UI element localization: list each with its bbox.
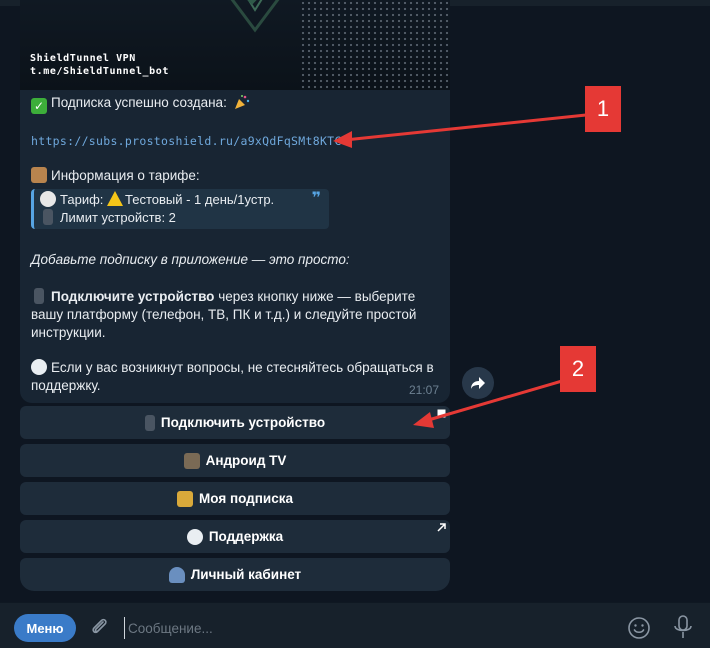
menu-button[interactable]: Меню bbox=[14, 614, 76, 642]
success-text: Подписка успешно создана: bbox=[51, 95, 227, 110]
connect-device-label: Подключить устройство bbox=[160, 415, 326, 430]
personal-account-button[interactable]: Личный кабинет bbox=[20, 558, 450, 591]
annotation-marker-1: 1 bbox=[585, 86, 621, 132]
message-time: 21:07 bbox=[409, 383, 440, 397]
forward-arrow-icon bbox=[471, 377, 485, 389]
subscription-link-line: https://subs.prostoshield.ru/a9xQdFqSMt8… bbox=[31, 132, 441, 150]
add-subscription-hint: Добавьте подписку в приложение — это про… bbox=[31, 252, 350, 267]
emoji-smile-icon[interactable] bbox=[627, 616, 651, 640]
paperclip-icon[interactable] bbox=[88, 616, 110, 638]
support-text-2: поддержку. bbox=[31, 378, 101, 393]
tariff-quote-block: Тариф: Тестовый - 1 день/1устр. Лимит ус… bbox=[31, 189, 329, 229]
tv-icon bbox=[183, 452, 200, 469]
phone-arrow-icon bbox=[34, 288, 44, 304]
tariff-label: Тариф: bbox=[60, 192, 104, 207]
my-subscription-button[interactable]: Моя подписка bbox=[20, 482, 450, 515]
external-link-arrow-icon bbox=[437, 523, 446, 532]
connect-bold-text: Подключите устройство bbox=[51, 289, 215, 304]
shield-graphic-icon bbox=[230, 0, 280, 33]
forward-button[interactable] bbox=[462, 367, 494, 399]
support-text-1: Если у вас возникнут вопросы, не стесняй… bbox=[51, 360, 434, 375]
android-tv-label: Андроид TV bbox=[205, 453, 287, 468]
check-mark-icon: ✓ bbox=[31, 98, 47, 114]
support-paragraph: Если у вас возникнут вопросы, не стесняй… bbox=[31, 359, 441, 395]
devices-line: Лимит устройств: 2 bbox=[40, 209, 329, 227]
quote-mark-icon: ❞ bbox=[311, 190, 321, 207]
annotation-marker-2: 2 bbox=[560, 346, 596, 392]
speech-bubble-icon bbox=[186, 528, 203, 545]
support-label: Поддержка bbox=[208, 529, 284, 544]
connect-device-button[interactable]: Подключить устройство bbox=[20, 406, 450, 439]
support-line-1: Если у вас возникнут вопросы, не стесняй… bbox=[31, 359, 441, 377]
lock-key-icon bbox=[177, 490, 194, 507]
clock-icon bbox=[40, 191, 56, 207]
connect-line-2: вашу платформу (телефон, ТВ, ПК и т.д.) … bbox=[31, 307, 417, 322]
banner-caption-title: ShieldTunnel VPN bbox=[30, 53, 136, 64]
personal-account-label: Личный кабинет bbox=[190, 567, 302, 582]
message-banner-image: ShieldTunnel VPN t.me/ShieldTunnel_bot bbox=[20, 0, 450, 90]
connect-line-1: Подключите устройство через кнопку ниже … bbox=[31, 288, 441, 306]
connect-line-3: инструкции. bbox=[31, 325, 106, 340]
banner-caption: ShieldTunnel VPN t.me/ShieldTunnel_bot bbox=[30, 52, 169, 78]
package-icon bbox=[31, 167, 47, 183]
warning-icon bbox=[107, 191, 124, 206]
mobile-phone-icon bbox=[43, 209, 53, 225]
my-subscription-label: Моя подписка bbox=[199, 491, 293, 506]
message-composer: Меню bbox=[0, 602, 710, 648]
party-popper-icon bbox=[234, 95, 249, 109]
connect-instructions: Подключите устройство через кнопку ниже … bbox=[31, 288, 441, 342]
tariff-value: Тестовый - 1 день/1устр. bbox=[125, 192, 275, 207]
phone-arrow-icon bbox=[144, 414, 155, 431]
support-button[interactable]: Поддержка bbox=[20, 520, 450, 553]
user-silhouette-icon bbox=[168, 566, 185, 583]
banner-caption-link: t.me/ShieldTunnel_bot bbox=[30, 66, 170, 77]
world-map-dots bbox=[300, 0, 450, 90]
microphone-icon[interactable] bbox=[673, 615, 693, 641]
success-line: ✓ Подписка успешно создана: bbox=[31, 94, 441, 114]
speech-bubble-icon bbox=[31, 359, 47, 375]
tariff-line: Тариф: Тестовый - 1 день/1устр. bbox=[40, 191, 329, 209]
bot-message-bubble: ShieldTunnel VPN t.me/ShieldTunnel_bot ✓… bbox=[20, 0, 450, 403]
message-input[interactable] bbox=[124, 617, 604, 639]
subscription-link[interactable]: https://subs.prostoshield.ru/a9xQdFqSMt8… bbox=[31, 134, 342, 148]
android-tv-button[interactable]: Андроид TV bbox=[20, 444, 450, 477]
square-corner-icon bbox=[437, 409, 446, 418]
tariff-header: Информация о тарифе: bbox=[51, 168, 200, 183]
tariff-header-line: Информация о тарифе: bbox=[31, 167, 441, 185]
connect-rest-text: через кнопку ниже — выберите bbox=[214, 289, 416, 304]
devices-limit: Лимит устройств: 2 bbox=[60, 210, 176, 225]
